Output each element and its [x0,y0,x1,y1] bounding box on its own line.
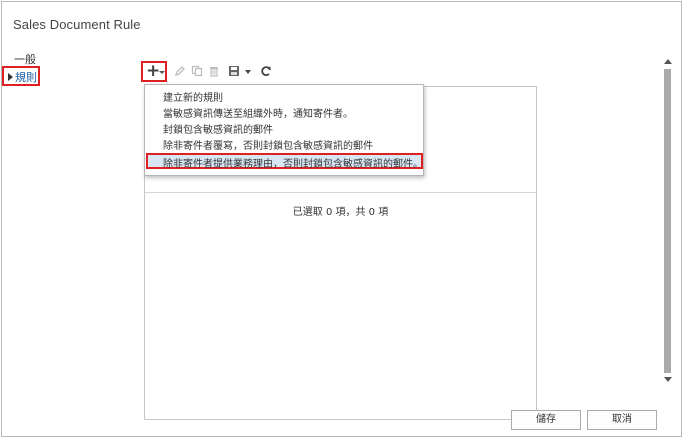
edit-icon[interactable] [174,65,186,77]
menu-item-block-unless-override[interactable]: 除非寄件者覆寫，否則封鎖包含敏感資訊的郵件 [163,137,373,152]
page-title: Sales Document Rule [13,17,141,32]
delete-icon[interactable] [208,65,220,77]
menu-item-new-rule[interactable]: 建立新的規則 [163,89,223,104]
refresh-icon[interactable] [260,65,272,77]
toolbar: + [141,61,281,83]
scroll-up-icon[interactable] [664,59,672,64]
caret-right-icon [8,73,13,81]
menu-item-notify-sender[interactable]: 當敏感資訊傳送至組織外時，通知寄件者。 [163,105,353,120]
scroll-down-icon[interactable] [664,377,672,382]
save-icon[interactable] [228,65,240,77]
menu-item-block-unless-justification[interactable]: 除非寄件者提供業務理由，否則封鎖包含敏感資訊的郵件。 [146,153,423,170]
menu-item-block-messages[interactable]: 封鎖包含敏感資訊的郵件 [163,121,273,136]
save-button[interactable]: 儲存 [511,410,581,430]
copy-icon[interactable] [191,65,203,77]
add-button[interactable]: + [141,61,167,82]
scroll-thumb[interactable] [664,69,671,373]
vertical-scrollbar[interactable] [663,57,672,385]
nav-item-rules-label: 規則 [15,71,37,84]
list-divider [145,192,536,193]
chevron-down-icon [159,71,165,74]
selection-status: 已選取 0 項，共 0 項 [292,207,389,218]
cancel-button[interactable]: 取消 [587,410,657,430]
chevron-down-icon[interactable] [245,70,251,74]
add-dropdown-menu: 建立新的規則 當敏感資訊傳送至組織外時，通知寄件者。 封鎖包含敏感資訊的郵件 除… [144,84,424,176]
menu-item-label: 除非寄件者提供業務理由，否則封鎖包含敏感資訊的郵件。 [163,159,423,170]
nav-item-general[interactable]: 一般 [14,51,36,67]
nav-item-rules[interactable]: 規則 [2,66,40,86]
